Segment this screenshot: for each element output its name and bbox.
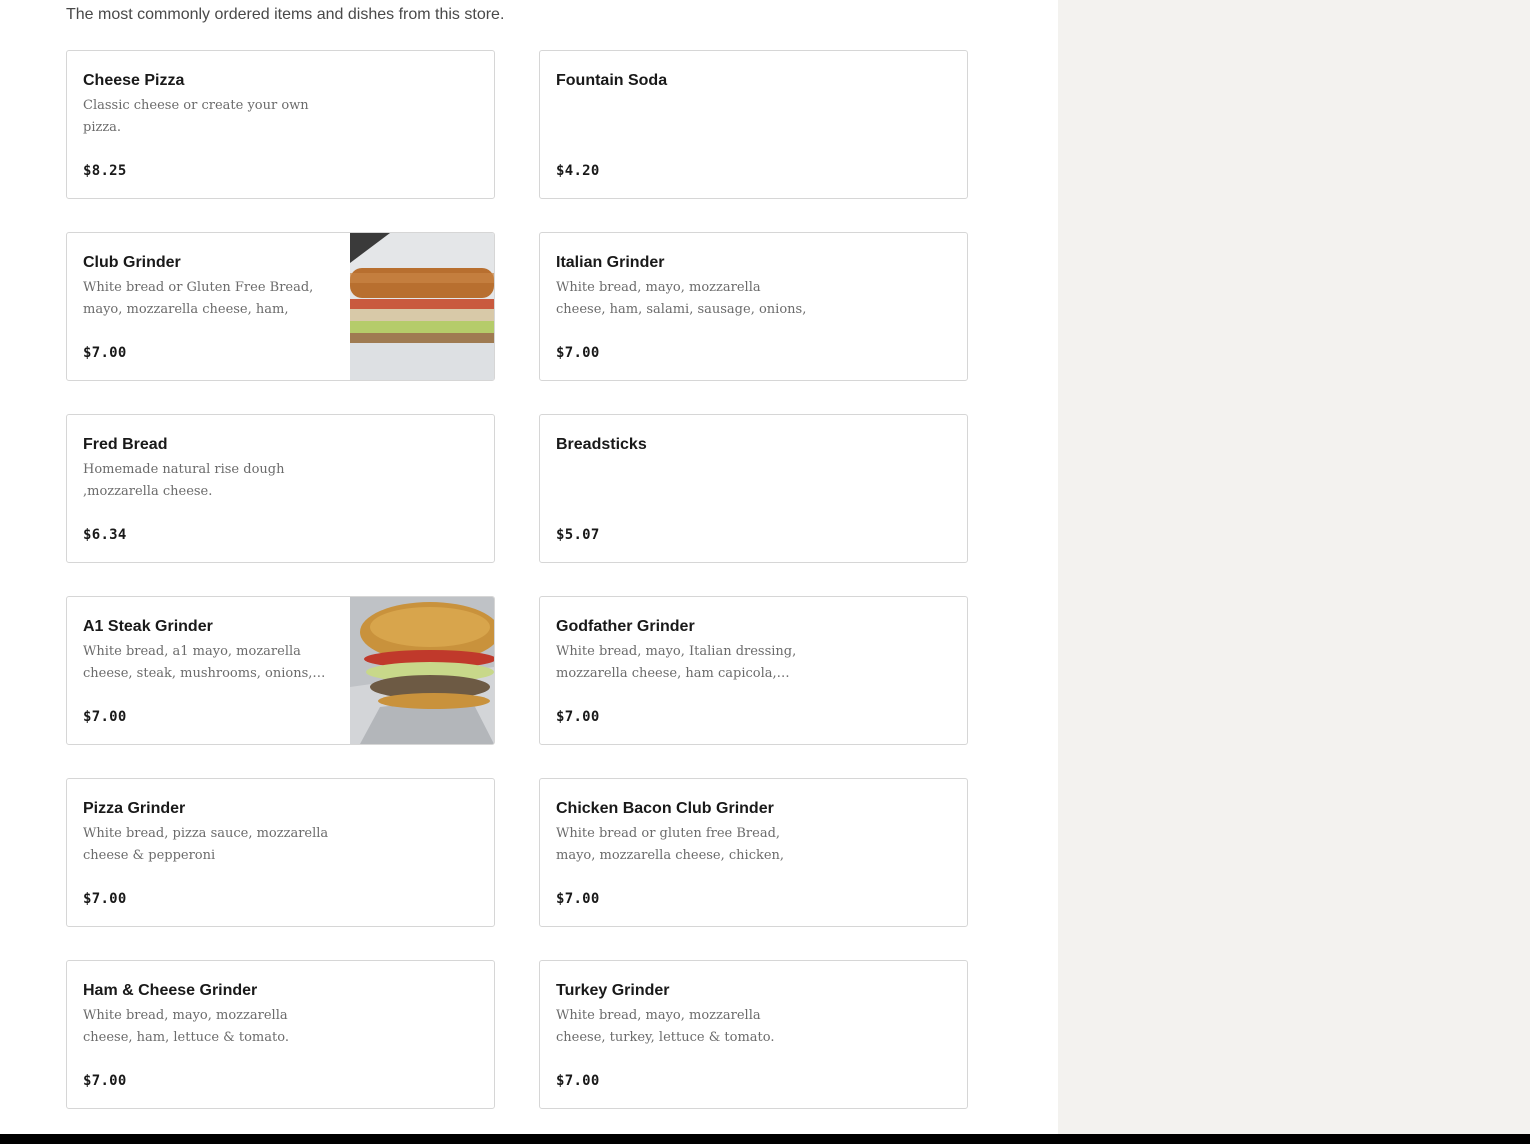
item-name: Pizza Grinder <box>83 800 186 817</box>
item-name: Cheese Pizza <box>83 72 185 89</box>
item-description: White bread, mayo, mozzarella cheese, tu… <box>556 1008 775 1045</box>
item-name: Godfather Grinder <box>556 618 695 635</box>
item-price: $7.00 <box>556 1073 600 1089</box>
menu-item-card[interactable]: Breadsticks $5.07 <box>539 414 968 563</box>
item-description: White bread, mayo, mozzarella cheese, ha… <box>83 1008 289 1045</box>
item-name: Fountain Soda <box>556 72 668 89</box>
item-photo <box>350 597 494 744</box>
menu-item-card[interactable]: Godfather Grinder White bread, mayo, Ita… <box>539 596 968 745</box>
item-photo <box>350 233 494 380</box>
item-name: A1 Steak Grinder <box>83 618 213 635</box>
item-description: White bread, pizza sauce, mozzarella che… <box>83 826 329 863</box>
item-price: $7.00 <box>556 345 600 361</box>
item-name: Breadsticks <box>556 436 647 453</box>
popular-items-grid: Cheese Pizza Classic cheese or create yo… <box>66 50 968 1109</box>
item-price: $6.34 <box>83 527 127 543</box>
item-description: White bread, a1 mayo, mozarella cheese, … <box>83 644 326 681</box>
item-price: $7.00 <box>83 1073 127 1089</box>
item-name: Ham & Cheese Grinder <box>83 982 258 999</box>
menu-item-card[interactable]: Pizza Grinder White bread, pizza sauce, … <box>66 778 495 927</box>
item-name: Turkey Grinder <box>556 982 670 999</box>
item-price: $7.00 <box>83 345 127 361</box>
menu-item-card[interactable]: Fred Bread Homemade natural rise dough ,… <box>66 414 495 563</box>
sandwich-photo <box>350 233 494 380</box>
item-name: Club Grinder <box>83 254 181 271</box>
item-description: White bread, mayo, mozzarella cheese, ha… <box>556 280 807 317</box>
menu-item-card[interactable]: Cheese Pizza Classic cheese or create yo… <box>66 50 495 199</box>
right-sidebar-background <box>1058 0 1530 1134</box>
item-description: White bread or Gluten Free Bread, mayo, … <box>83 280 314 317</box>
item-price: $4.20 <box>556 163 600 179</box>
item-price: $8.25 <box>83 163 127 179</box>
menu-item-card[interactable]: Italian Grinder White bread, mayo, mozza… <box>539 232 968 381</box>
menu-item-card[interactable]: Club Grinder White bread or Gluten Free … <box>66 232 495 381</box>
menu-item-card[interactable]: Ham & Cheese Grinder White bread, mayo, … <box>66 960 495 1109</box>
item-price: $7.00 <box>83 891 127 907</box>
item-price: $5.07 <box>556 527 600 543</box>
item-name: Chicken Bacon Club Grinder <box>556 800 774 817</box>
sandwich-photo <box>350 597 494 744</box>
item-description: Classic cheese or create your own pizza. <box>83 98 309 135</box>
menu-item-card[interactable]: A1 Steak Grinder White bread, a1 mayo, m… <box>66 596 495 745</box>
item-price: $7.00 <box>83 709 127 725</box>
item-name: Fred Bread <box>83 436 168 453</box>
menu-item-card[interactable]: Chicken Bacon Club Grinder White bread o… <box>539 778 968 927</box>
item-price: $7.00 <box>556 709 600 725</box>
item-description: Homemade natural rise dough ,mozzarella … <box>83 462 285 499</box>
item-description: White bread, mayo, Italian dressing, moz… <box>556 644 797 681</box>
item-price: $7.00 <box>556 891 600 907</box>
item-description: White bread or gluten free Bread, mayo, … <box>556 826 785 863</box>
menu-item-card[interactable]: Fountain Soda $4.20 <box>539 50 968 199</box>
section-subtitle: The most commonly ordered items and dish… <box>66 6 505 23</box>
item-name: Italian Grinder <box>556 254 665 271</box>
menu-item-card[interactable]: Turkey Grinder White bread, mayo, mozzar… <box>539 960 968 1109</box>
footer-bar <box>0 1134 1530 1144</box>
